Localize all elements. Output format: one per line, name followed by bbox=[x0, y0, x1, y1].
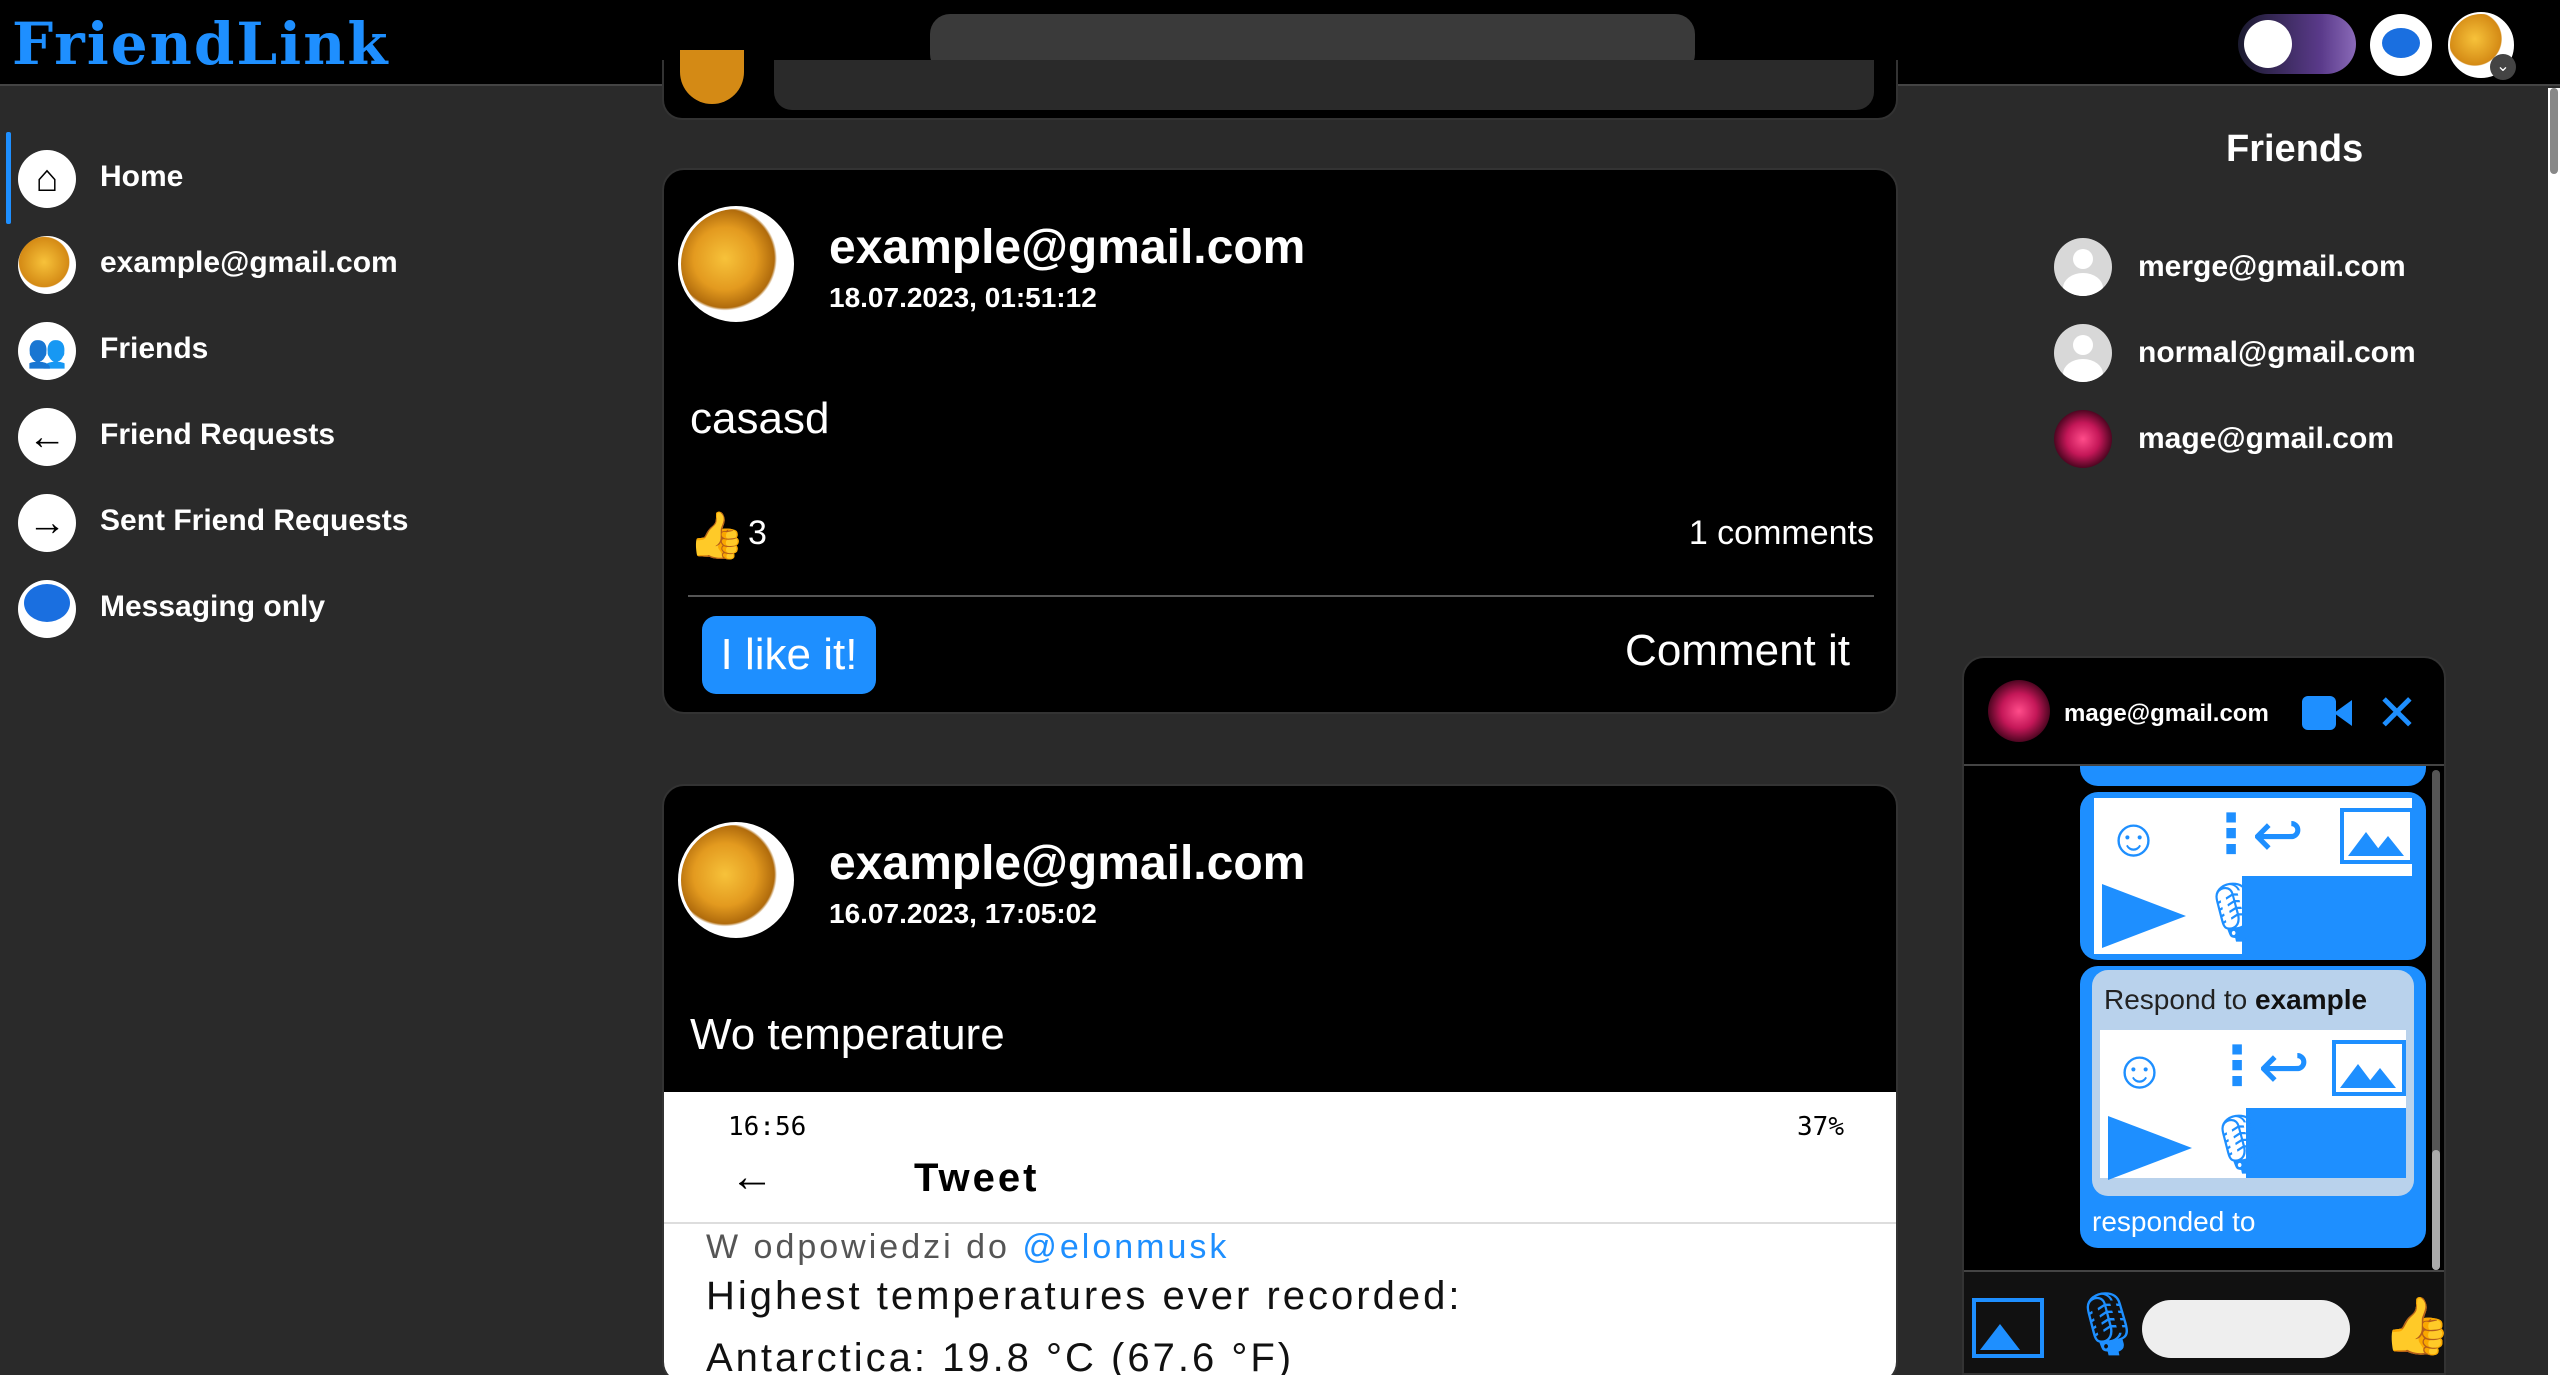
friend-avatar bbox=[2054, 410, 2112, 468]
chat-message: ☺ ⋮ ↩ 🎙 bbox=[2080, 792, 2426, 960]
chevron-down-icon: ⌄ bbox=[2490, 54, 2516, 80]
friends-icon: 👥 bbox=[18, 322, 76, 380]
post-author[interactable]: example@gmail.com bbox=[829, 836, 1305, 891]
post-author[interactable]: example@gmail.com bbox=[829, 220, 1305, 275]
image-line: Antarctica: 19.8 °C (67.6 °F) bbox=[706, 1336, 1295, 1375]
create-post-input[interactable] bbox=[774, 60, 1874, 110]
emoji-icon[interactable]: ☺ bbox=[2112, 1040, 2167, 1100]
sidebar-item-label: Sent Friend Requests bbox=[100, 504, 409, 537]
image-icon[interactable] bbox=[2332, 1040, 2406, 1096]
microphone-icon[interactable]: 🎙 bbox=[2204, 1112, 2278, 1178]
page-scrollbar[interactable] bbox=[2548, 88, 2560, 1375]
more-options-icon[interactable]: ⋮ bbox=[2210, 1036, 2264, 1096]
reply-icon[interactable]: ↩ bbox=[2252, 804, 2304, 868]
post-card: example@gmail.com 16.07.2023, 17:05:02 W… bbox=[662, 784, 1898, 1375]
toggle-knob bbox=[2244, 20, 2292, 68]
friend-item[interactable]: mage@gmail.com bbox=[2050, 398, 2500, 478]
divider bbox=[688, 595, 1874, 597]
image-reply-line: W odpowiedzi do @elonmusk bbox=[706, 1228, 1230, 1266]
chat-contact-avatar bbox=[1988, 680, 2050, 742]
image-icon[interactable] bbox=[1972, 1298, 2044, 1358]
post-body: Wo temperature bbox=[690, 1010, 1005, 1059]
chat-input[interactable] bbox=[2142, 1300, 2350, 1358]
post-date: 16.07.2023, 17:05:02 bbox=[829, 898, 1097, 929]
message-bubble-icon bbox=[2382, 28, 2420, 58]
send-icon[interactable] bbox=[2102, 884, 2186, 948]
profile-avatar-button[interactable]: ⌄ bbox=[2448, 12, 2516, 80]
chat-scrollbar[interactable] bbox=[2432, 770, 2440, 1270]
chat-contact-name[interactable]: mage@gmail.com bbox=[2064, 700, 2269, 728]
thumbs-up-icon: 👍 bbox=[688, 509, 746, 561]
sidebar-item-home[interactable]: ⌂ Home bbox=[0, 138, 600, 218]
image-headline: Highest temperatures ever recorded: bbox=[706, 1274, 1463, 1318]
friend-email: merge@gmail.com bbox=[2138, 250, 2406, 283]
post-card: example@gmail.com 18.07.2023, 01:51:12 c… bbox=[662, 168, 1898, 714]
message-bubble-icon bbox=[18, 580, 76, 638]
messenger-button[interactable] bbox=[2370, 14, 2432, 76]
image-status-time: 16:56 bbox=[728, 1112, 807, 1142]
message-toolbar: ☺ ⋮ ↩ 🎙 bbox=[2094, 798, 2414, 954]
comment-count[interactable]: 1 comments bbox=[1689, 514, 1874, 553]
message-toolbar: ☺ ⋮ ↩ 🎙 bbox=[2100, 1030, 2406, 1180]
microphone-icon[interactable]: 🎙 bbox=[2068, 1290, 2147, 1360]
reply-icon[interactable]: ↩ bbox=[2258, 1036, 2310, 1100]
chat-message: Respond to example ☺ ⋮ ↩ 🎙 responded to bbox=[2080, 966, 2426, 1248]
back-arrow-icon: ← bbox=[730, 1152, 774, 1201]
like-count: 3 bbox=[748, 514, 767, 552]
user-avatar bbox=[680, 50, 744, 104]
create-post-box bbox=[662, 50, 1898, 120]
sidebar-item-sent-requests[interactable]: → Sent Friend Requests bbox=[0, 482, 600, 562]
sidebar-item-messaging[interactable]: Messaging only bbox=[0, 568, 600, 648]
author-avatar[interactable] bbox=[678, 822, 794, 938]
more-options-icon[interactable]: ⋮ bbox=[2204, 804, 2258, 864]
image-icon[interactable] bbox=[2340, 808, 2414, 864]
comment-button[interactable]: Comment it bbox=[1625, 626, 1850, 676]
author-avatar[interactable] bbox=[678, 206, 794, 322]
chat-message bbox=[2080, 766, 2426, 786]
post-body: casasd bbox=[690, 394, 830, 443]
arrow-right-icon: → bbox=[18, 494, 76, 552]
post-date: 18.07.2023, 01:51:12 bbox=[829, 282, 1097, 313]
app-logo[interactable]: FriendLink bbox=[12, 10, 390, 78]
sidebar-item-label: Home bbox=[100, 160, 184, 193]
image-title: Tweet bbox=[914, 1156, 1040, 1200]
arrow-left-icon: ← bbox=[18, 408, 76, 466]
microphone-icon[interactable]: 🎙 bbox=[2198, 880, 2272, 946]
default-avatar-icon bbox=[2054, 238, 2112, 296]
send-icon[interactable] bbox=[2108, 1116, 2192, 1180]
chat-header: mage@gmail.com ✕ bbox=[1964, 658, 2444, 766]
emoji-icon[interactable]: ☺ bbox=[2106, 808, 2161, 868]
sidebar-item-label: Friends bbox=[100, 332, 209, 365]
thumbs-up-icon[interactable]: 👍 bbox=[2382, 1294, 2444, 1358]
sidebar-item-friends[interactable]: 👥 Friends bbox=[0, 310, 600, 390]
image-battery: 37% bbox=[1797, 1112, 1844, 1142]
post-image[interactable]: 16:56 37% ← Tweet W odpowiedzi do @elonm… bbox=[664, 1092, 1896, 1375]
sidebar-item-profile[interactable]: example@gmail.com bbox=[0, 224, 600, 304]
friend-email: normal@gmail.com bbox=[2138, 336, 2416, 369]
responded-label: responded to bbox=[2092, 1206, 2256, 1237]
friend-email: mage@gmail.com bbox=[2138, 422, 2394, 455]
sidebar-item-label: Messaging only bbox=[100, 590, 326, 623]
theme-toggle[interactable] bbox=[2238, 14, 2356, 74]
sidebar-item-label: Friend Requests bbox=[100, 418, 336, 451]
respond-label: Respond to example bbox=[2104, 984, 2368, 1015]
video-call-icon[interactable] bbox=[2302, 696, 2352, 730]
user-avatar bbox=[18, 236, 76, 294]
like-button[interactable]: I like it! bbox=[702, 616, 876, 694]
sidebar-item-friend-requests[interactable]: ← Friend Requests bbox=[0, 396, 600, 476]
friends-title: Friends bbox=[2226, 128, 2364, 170]
sidebar-item-label: example@gmail.com bbox=[100, 246, 398, 279]
home-icon: ⌂ bbox=[18, 150, 76, 208]
chat-window: mage@gmail.com ✕ ☺ ⋮ ↩ 🎙 Respond to exam… bbox=[1962, 656, 2446, 1375]
friend-item[interactable]: normal@gmail.com bbox=[2050, 312, 2500, 392]
friend-item[interactable]: merge@gmail.com bbox=[2050, 226, 2500, 306]
default-avatar-icon bbox=[2054, 324, 2112, 382]
close-icon[interactable]: ✕ bbox=[2376, 684, 2418, 742]
chat-footer: 🎙 👍 bbox=[1964, 1270, 2444, 1373]
